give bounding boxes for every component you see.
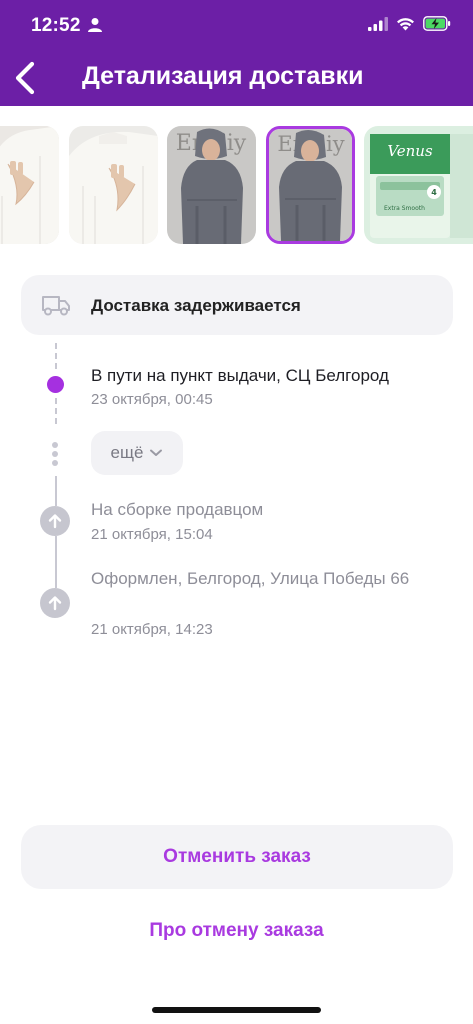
timeline-event-date: 21 октября, 15:04 <box>91 526 213 543</box>
timeline-event-title: На сборке продавцом <box>91 500 264 519</box>
timeline-event-title: В пути на пункт выдачи, СЦ Белгород <box>91 366 389 385</box>
timeline-event-title: Оформлен, Белгород, Улица Победы 66 <box>91 569 410 588</box>
signal-icon <box>368 16 388 31</box>
delivery-status-text: Доставка задерживается <box>91 296 301 315</box>
timeline-event-date: 21 октября, 14:23 <box>91 621 213 638</box>
person-icon <box>88 18 102 32</box>
venus-brand-text: Venus <box>387 142 433 160</box>
timeline-connector <box>55 476 57 506</box>
thumbnail-venus-razor[interactable]: Venus Extra Smooth 4 <box>364 126 473 244</box>
cancel-order-button[interactable]: Отменить заказ <box>21 825 453 889</box>
wifi-icon <box>397 17 414 30</box>
app-header: 12:52 Детализация доставки <box>0 0 473 106</box>
timeline-ellipsis-dot <box>52 460 58 466</box>
page-title: Детализация доставки <box>82 62 364 90</box>
tracksuit-image: Emiliy <box>269 129 352 241</box>
home-indicator <box>152 1007 321 1013</box>
product-thumbnails: Emiliy Emiliy Venus Extra Smooth <box>0 126 473 246</box>
timeline-step-done <box>40 506 70 536</box>
timeline-step-done <box>40 588 70 618</box>
razor-package-image: Venus Extra Smooth 4 <box>364 126 473 244</box>
thumbnail-white-sweater-2[interactable] <box>69 126 158 244</box>
arrow-up-icon <box>48 514 62 529</box>
timeline-event-date: 23 октября, 00:45 <box>91 391 213 408</box>
venus-count-text: 4 <box>431 188 437 197</box>
arrow-up-icon <box>48 596 62 611</box>
tracksuit-image: Emiliy <box>167 126 256 244</box>
status-bar: 12:52 <box>0 0 473 52</box>
status-indicators <box>368 16 451 31</box>
back-button[interactable] <box>8 58 42 98</box>
delivery-status-card: Доставка задерживается <box>21 275 453 335</box>
white-sweater-image <box>69 126 158 244</box>
white-sweater-image <box>0 126 59 244</box>
timeline-ellipsis-dot <box>52 451 58 457</box>
thumbnail-grey-tracksuit-2-selected[interactable]: Emiliy <box>266 126 355 244</box>
timeline-connector <box>55 536 57 588</box>
timeline-ellipsis-dot <box>52 442 58 448</box>
show-more-button[interactable]: ещё <box>91 431 183 475</box>
venus-sub-text: Extra Smooth <box>384 205 425 212</box>
chevron-down-icon <box>150 449 163 456</box>
timeline-connector <box>55 398 57 424</box>
show-more-label: ещё <box>110 443 144 462</box>
status-time: 12:52 <box>31 15 81 36</box>
truck-icon <box>42 296 70 316</box>
battery-charging-icon <box>423 16 451 31</box>
timeline-dot-active <box>47 376 64 393</box>
chevron-left-icon <box>15 61 35 95</box>
thumbnail-grey-tracksuit-1[interactable]: Emiliy <box>167 126 256 244</box>
timeline-connector <box>55 343 57 369</box>
thumbnail-white-sweater-1[interactable] <box>0 126 59 244</box>
about-cancellation-link[interactable]: Про отмену заказа <box>0 920 473 942</box>
